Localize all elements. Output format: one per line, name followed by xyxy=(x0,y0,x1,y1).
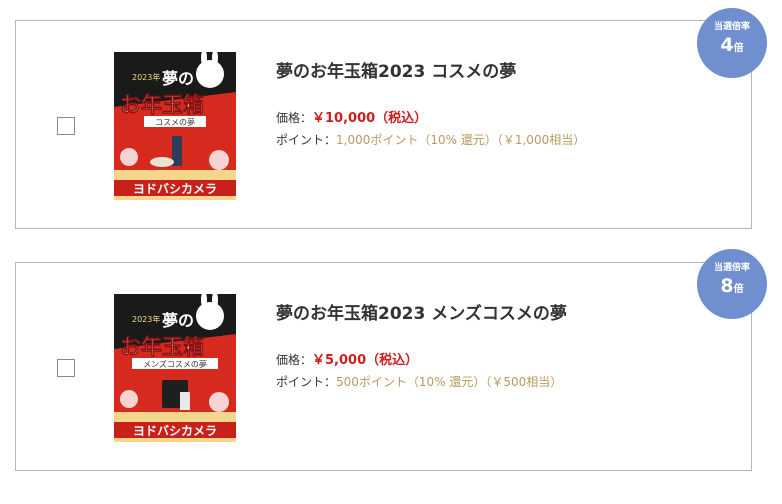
image-headline-2: お年玉箱 xyxy=(120,335,204,359)
odds-badge-number: 4 xyxy=(720,34,734,56)
price-value: ￥5,000（税込） xyxy=(312,353,419,368)
image-ribbon-text: コスメの夢 xyxy=(155,117,195,127)
price-label: 価格： xyxy=(276,111,313,125)
point-label: ポイント： xyxy=(276,133,337,147)
odds-badge: 当選倍率 4倍 xyxy=(697,8,767,78)
image-headline-2: お年玉箱 xyxy=(120,93,204,117)
point-row: ポイント：1,000ポイント（10% 還元）（￥1,000相当） xyxy=(276,131,585,148)
select-checkbox[interactable] xyxy=(57,117,75,135)
odds-badge-unit: 倍 xyxy=(733,43,744,54)
point-value: 1,000ポイント（10% 還元）（￥1,000相当） xyxy=(336,133,586,147)
product-title[interactable]: 夢のお年玉箱2023 メンズコスメの夢 xyxy=(276,299,567,324)
price-value: ￥10,000（税込） xyxy=(312,111,428,126)
price-row: 価格：￥10,000（税込） xyxy=(276,107,427,126)
point-label: ポイント： xyxy=(276,375,337,389)
point-row: ポイント：500ポイント（10% 還元）（￥500相当） xyxy=(276,373,562,390)
image-store-text: ヨドバシカメラ xyxy=(133,182,217,196)
price-label: 価格： xyxy=(276,353,313,367)
image-ribbon-text: メンズコスメの夢 xyxy=(143,359,207,369)
price-row: 価格：￥5,000（税込） xyxy=(276,349,418,368)
image-year-text: 2023年 xyxy=(132,72,160,82)
odds-badge-label: 当選倍率 xyxy=(713,22,750,32)
image-year-text: 2023年 xyxy=(132,314,160,324)
product-card: 2023年 夢の お年玉箱 メンズコスメの夢 ヨドバシカメラ 夢のお年玉箱202… xyxy=(15,262,752,471)
odds-badge-unit: 倍 xyxy=(733,284,744,295)
image-store-text: ヨドバシカメラ xyxy=(133,424,217,438)
odds-badge-number: 8 xyxy=(720,275,734,297)
product-image[interactable]: 2023年 夢の お年玉箱 コスメの夢 ヨドバシカメラ xyxy=(114,52,236,200)
image-headline-1: 夢の xyxy=(162,311,194,330)
image-headline-1: 夢の xyxy=(162,69,194,88)
product-image[interactable]: 2023年 夢の お年玉箱 メンズコスメの夢 ヨドバシカメラ xyxy=(114,294,236,442)
odds-badge-label: 当選倍率 xyxy=(713,263,750,273)
product-card: 2023年 夢の お年玉箱 コスメの夢 ヨドバシカメラ 夢のお年玉箱2023 コ… xyxy=(15,20,752,229)
product-title[interactable]: 夢のお年玉箱2023 コスメの夢 xyxy=(276,57,516,82)
point-value: 500ポイント（10% 還元）（￥500相当） xyxy=(336,375,563,389)
odds-badge: 当選倍率 8倍 xyxy=(697,249,767,319)
select-checkbox[interactable] xyxy=(57,359,75,377)
